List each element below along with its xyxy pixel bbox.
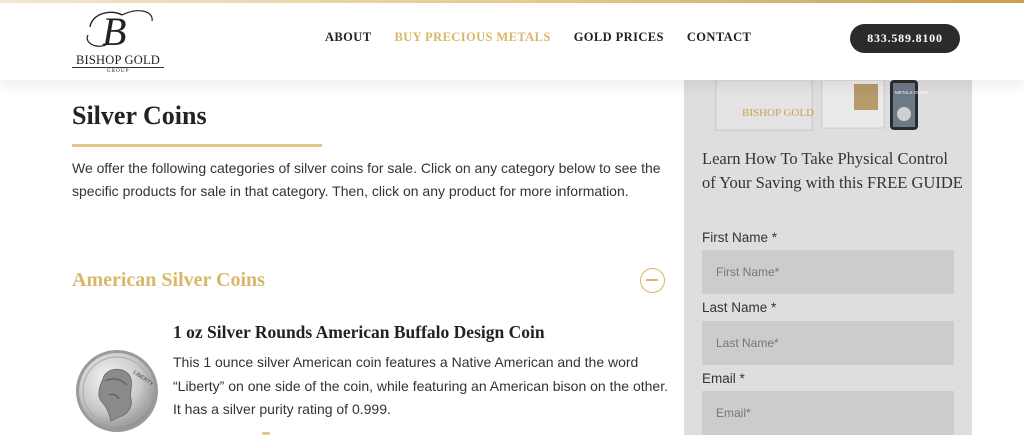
category-title[interactable]: American Silver Coins: [72, 269, 265, 292]
silver-buffalo-coin-image[interactable]: LIBERTY: [75, 349, 159, 433]
bishop-gold-logo[interactable]: B BISHOP GOLD GROUP: [72, 5, 172, 75]
nav-item-buy-precious-metals[interactable]: BUY PRECIOUS METALS: [394, 29, 550, 45]
nav-item-about[interactable]: ABOUT: [325, 29, 371, 45]
page-title: Silver Coins: [72, 101, 207, 130]
monogram-icon: B: [86, 9, 153, 53]
sidebar-heading: Learn How To Take Physical Control of Yo…: [702, 149, 963, 192]
intro-text: We offer the following categories of sil…: [72, 160, 661, 199]
guide-phone-text: METALS GUIDE: [895, 90, 928, 95]
guide-promo-image: BISHOP GOLD METALS GUIDE: [715, 80, 928, 131]
nav-item-gold-prices[interactable]: GOLD PRICES: [574, 29, 664, 45]
phone-button[interactable]: 833.589.8100: [850, 24, 960, 53]
site-header: B BISHOP GOLD GROUP ABOUT BUY PRECIOUS M…: [0, 3, 1024, 80]
nav-item-contact[interactable]: CONTACT: [687, 29, 751, 45]
collapse-minus-icon[interactable]: [640, 268, 665, 293]
email-label: Email *: [702, 371, 745, 386]
logo-name: BISHOP GOLD: [72, 53, 164, 68]
product-description: This 1 ounce silver American coin featur…: [173, 354, 668, 417]
last-name-field[interactable]: [702, 321, 954, 365]
monogram-letter: B: [102, 9, 126, 53]
title-underline: [72, 144, 322, 147]
product-title[interactable]: 1 oz Silver Rounds American Buffalo Desi…: [173, 322, 545, 343]
last-name-label: Last Name *: [702, 300, 777, 315]
free-guide-sidebar: BISHOP GOLD METALS GUIDE Learn How To Ta…: [684, 80, 972, 435]
first-name-field[interactable]: [702, 250, 954, 294]
email-field[interactable]: [702, 391, 954, 435]
guide-cover-brand: BISHOP GOLD: [742, 107, 814, 119]
first-name-label: First Name *: [702, 230, 778, 245]
logo-subtitle: GROUP: [106, 68, 130, 74]
main-nav: ABOUT BUY PRECIOUS METALS GOLD PRICES CO…: [325, 29, 774, 45]
